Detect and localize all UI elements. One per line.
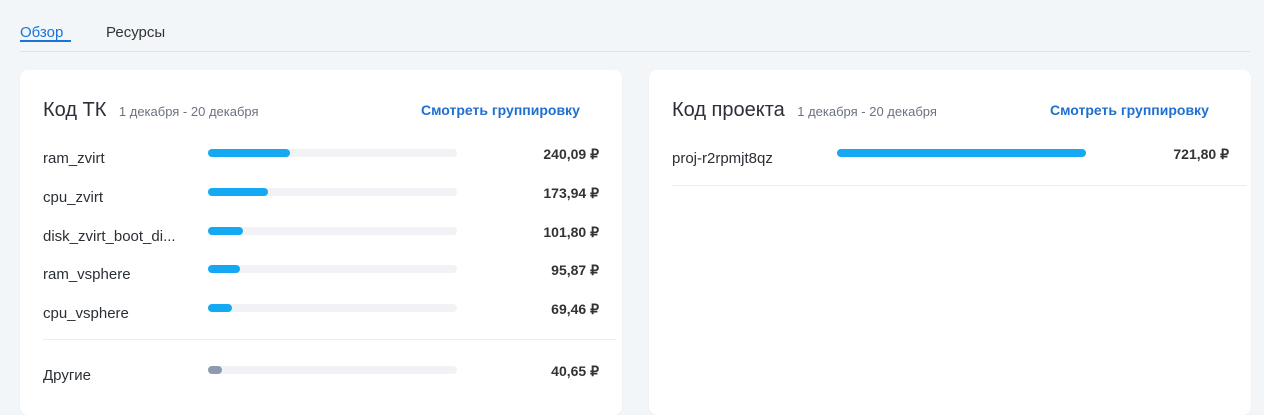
tk-code-card-header: Код ТК 1 декабря - 20 декабря (43, 99, 259, 122)
card-title: Код проекта (672, 99, 785, 121)
progress-track (208, 265, 457, 273)
item-value: 101,80 ₽ (543, 224, 599, 240)
progress-fill (208, 149, 290, 157)
progress-fill (837, 149, 1086, 157)
item-value: 240,09 ₽ (543, 146, 599, 162)
list-item: cpu_zvirt 173,94 ₽ (43, 185, 599, 209)
tab-resources[interactable]: Ресурсы (106, 24, 165, 41)
list-item: ram_zvirt 240,09 ₽ (43, 146, 599, 170)
tab-overview-label: Обзор (20, 24, 64, 41)
view-grouping-link[interactable]: Смотреть группировку (421, 102, 580, 118)
item-value: 721,80 ₽ (1173, 146, 1229, 162)
item-value: 95,87 ₽ (551, 262, 599, 278)
item-label: proj-r2rpmjt8qz (672, 150, 773, 167)
card-date-range: 1 декабря - 20 декабря (797, 104, 937, 119)
item-value: 173,94 ₽ (543, 185, 599, 201)
progress-track (208, 149, 457, 157)
tab-resources-label: Ресурсы (106, 24, 166, 41)
view-grouping-link[interactable]: Смотреть группировку (1050, 102, 1209, 118)
tab-bar: Обзор Ресурсы (20, 0, 1250, 52)
list-item: Другие 40,65 ₽ (43, 363, 599, 387)
divider (43, 339, 616, 340)
progress-fill (208, 188, 268, 196)
item-label: cpu_zvirt (43, 189, 104, 206)
card-title: Код ТК (43, 99, 107, 121)
progress-fill (208, 366, 222, 374)
project-code-card-header: Код проекта 1 декабря - 20 декабря (672, 99, 937, 122)
progress-track (208, 304, 457, 312)
item-value: 69,46 ₽ (551, 301, 599, 317)
item-label: Другие (43, 367, 92, 384)
list-item: disk_zvirt_boot_di... 101,80 ₽ (43, 224, 599, 248)
active-tab-indicator (20, 40, 71, 42)
tab-overview[interactable]: Обзор (20, 24, 71, 42)
item-value: 40,65 ₽ (551, 363, 599, 379)
divider (672, 185, 1247, 186)
item-label: cpu_vsphere (43, 305, 129, 322)
list-item: proj-r2rpmjt8qz 721,80 ₽ (672, 146, 1229, 170)
item-label: ram_vsphere (43, 266, 131, 283)
progress-fill (208, 304, 232, 312)
progress-track (208, 188, 457, 196)
progress-track (208, 366, 457, 374)
item-label: disk_zvirt_boot_di... (43, 228, 176, 245)
progress-fill (208, 265, 240, 273)
progress-fill (208, 227, 243, 235)
list-item: ram_vsphere 95,87 ₽ (43, 262, 599, 286)
item-label: ram_zvirt (43, 150, 105, 167)
card-date-range: 1 декабря - 20 декабря (118, 104, 259, 119)
list-item: cpu_vsphere 69,46 ₽ (43, 301, 599, 325)
progress-track (837, 149, 1086, 157)
progress-track (208, 227, 457, 235)
